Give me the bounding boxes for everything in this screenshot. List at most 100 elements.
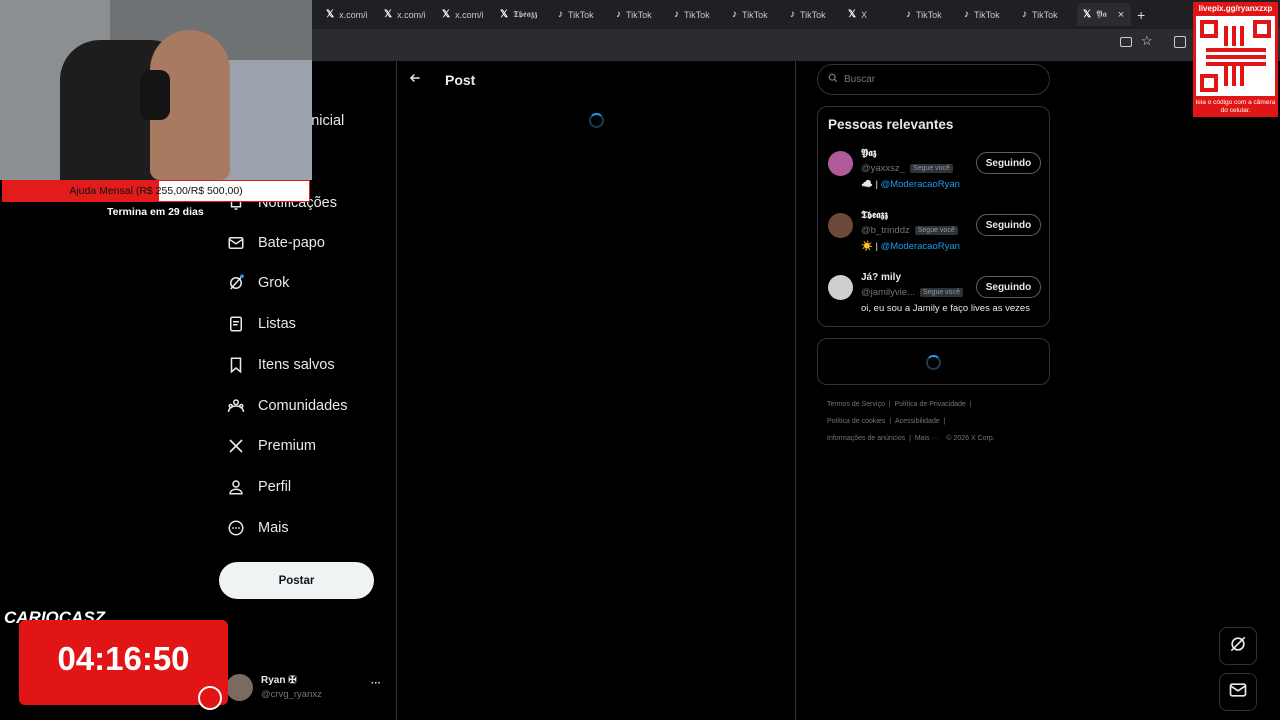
- panel-title: Pessoas relevantes: [828, 117, 954, 132]
- browser-tab[interactable]: 𝕏x.com/i: [384, 6, 432, 23]
- nav-item-bookmarks[interactable]: Itens salvos: [226, 350, 335, 380]
- browser-tab[interactable]: ♪ TikTok: [674, 6, 722, 23]
- x-icon: [226, 437, 245, 456]
- arrow-left-icon[interactable]: [408, 71, 422, 88]
- donation-goal-bar: Ajuda Mensal (R$ 255,00/R$ 500,00): [2, 180, 310, 202]
- loading-spinner: [589, 113, 604, 128]
- browser-tab[interactable]: 𝕏x.com/i: [442, 6, 490, 23]
- following-button[interactable]: Seguindo: [976, 214, 1041, 236]
- person-row[interactable]: 𝕿𝖇𝖊𝖆𝖟𝖟 @b_trinddz Segue você ☀️ | @Modera…: [828, 209, 1041, 265]
- x-icon: 𝕏: [442, 9, 451, 20]
- x-icon: 𝕏: [500, 9, 509, 20]
- tiktok-icon: ♪: [616, 9, 621, 20]
- browser-tab[interactable]: ♪ TikTok: [732, 6, 780, 23]
- grok-icon: [226, 274, 245, 293]
- nav-item-premium[interactable]: Premium: [226, 431, 316, 461]
- person-handle-row: @yaxxsz_ Segue você: [861, 163, 953, 174]
- footer-row: Termos de Serviço | Política de Privacid…: [827, 401, 972, 408]
- footer-link[interactable]: Mais ···: [915, 435, 939, 442]
- browser-tab[interactable]: ♪ TikTok: [1022, 6, 1070, 23]
- post-button[interactable]: Postar: [219, 562, 374, 599]
- mail-icon: [226, 234, 245, 253]
- copyright: © 2026 X Corp.: [946, 435, 995, 442]
- headphones-icon: [140, 70, 170, 120]
- close-tab-icon[interactable]: ×: [1118, 9, 1124, 21]
- tab-label: TikTok: [568, 9, 594, 20]
- nav-label: Itens salvos: [258, 357, 335, 373]
- footer-link[interactable]: Informações de anúncios: [827, 435, 905, 442]
- x-icon: 𝕏: [1083, 9, 1092, 20]
- tiktok-icon: ♪: [558, 9, 563, 20]
- tab-label: TikTok: [684, 9, 710, 20]
- avatar: [828, 151, 853, 176]
- more-circle-icon: [226, 519, 245, 538]
- messages-button[interactable]: [1219, 673, 1257, 711]
- person-icon: [226, 478, 245, 497]
- bio-link[interactable]: @ModeracaoRyan: [881, 241, 960, 252]
- person-row[interactable]: 𝖄𝖆𝖟 @yaxxsz_ Segue você ☁️ | @ModeracaoRy…: [828, 147, 1041, 203]
- loading-spinner: [926, 355, 941, 370]
- footer-link[interactable]: Termos de Serviço: [827, 401, 885, 408]
- star-icon[interactable]: ☆: [1141, 33, 1153, 49]
- account-handle: @crvg_ryanxz: [261, 689, 322, 700]
- grok-button[interactable]: [1219, 627, 1257, 665]
- footer-link[interactable]: Política de Privacidade: [895, 401, 966, 408]
- tab-label: TikTok: [626, 9, 652, 20]
- tab-label: TikTok: [974, 9, 1000, 20]
- tab-label: 𝖄𝖆: [1096, 9, 1107, 19]
- nav-item-profile[interactable]: Perfil: [226, 472, 291, 502]
- nav-item-lists[interactable]: Listas: [226, 309, 296, 339]
- browser-tab[interactable]: ♪ TikTok: [790, 6, 838, 23]
- browser-tab[interactable]: 𝕏X: [848, 6, 896, 23]
- page-title: Post: [445, 72, 476, 88]
- account-name: Ryan ✠: [261, 675, 297, 686]
- nav-label: Perfil: [258, 479, 292, 495]
- person-row[interactable]: Já? mily @jamilyvie... Segue você oi, eu …: [828, 271, 1041, 327]
- browser-tab[interactable]: ♪ TikTok: [616, 6, 664, 23]
- x-icon: 𝕏: [384, 9, 393, 20]
- browser-tab-active[interactable]: 𝕏 𝖄𝖆 ×: [1077, 3, 1131, 26]
- browser-tab[interactable]: ♪ TikTok: [964, 6, 1012, 23]
- person-handle-row: @jamilyvie... Segue você: [861, 287, 963, 298]
- tab-label: x.com/i: [339, 9, 368, 20]
- nav-item-communities[interactable]: Comunidades: [226, 391, 347, 421]
- tab-label: x.com/i: [455, 9, 484, 20]
- search-icon: [828, 73, 838, 86]
- following-button[interactable]: Seguindo: [976, 276, 1041, 298]
- person-handle: @jamilyvie...: [861, 287, 915, 298]
- footer-link[interactable]: Acessibilidade: [895, 418, 940, 425]
- footer-row: Informações de anúncios | Mais ··· © 202…: [827, 435, 995, 442]
- footer-row: Política de cookies | Acessibilidade |: [827, 418, 946, 425]
- x-icon: 𝕏: [848, 9, 857, 20]
- new-tab-button[interactable]: +: [1137, 6, 1145, 23]
- person-name: 𝖄𝖆𝖟: [861, 148, 877, 159]
- account-switcher[interactable]: Ryan ✠ @crvg_ryanxz ···: [226, 674, 386, 706]
- tiktok-icon: ♪: [906, 9, 911, 20]
- browser-tab[interactable]: 𝕏 𝕿𝖇𝖊𝖆𝖟𝖟: [500, 6, 548, 23]
- mail-icon: [1228, 680, 1248, 705]
- browser-tab[interactable]: ♪ TikTok: [558, 6, 606, 23]
- search-input[interactable]: Buscar: [817, 64, 1050, 95]
- nav-item-grok[interactable]: Grok: [226, 268, 289, 298]
- install-app-icon[interactable]: [1120, 37, 1132, 47]
- tiktok-icon: ♪: [790, 9, 795, 20]
- browser-tab[interactable]: ♪ TikTok: [906, 6, 954, 23]
- bookmark-icon: [226, 356, 245, 375]
- footer-link[interactable]: Política de cookies: [827, 418, 885, 425]
- livepix-qr-overlay: livepix.gg/ryanxzxp leia o código com a …: [1193, 2, 1278, 117]
- nav-item-more[interactable]: Mais: [226, 513, 289, 543]
- grok-icon: [1228, 634, 1248, 659]
- bio-link[interactable]: @ModeracaoRyan: [881, 179, 960, 190]
- bio-prefix: ☁️ |: [861, 179, 881, 190]
- nav-item-chat[interactable]: Bate-papo: [226, 228, 325, 258]
- following-button[interactable]: Seguindo: [976, 152, 1041, 174]
- browser-tab[interactable]: 𝕏x.com/i: [326, 6, 374, 23]
- nav-label: Bate-papo: [258, 235, 325, 251]
- tab-label: X: [861, 9, 868, 20]
- person-name: Já? mily: [861, 272, 902, 283]
- qr-modules: [1206, 46, 1266, 66]
- extensions-icon[interactable]: [1174, 36, 1186, 48]
- person-bio: ☁️ | @ModeracaoRyan: [861, 179, 960, 190]
- avatar: [828, 275, 853, 300]
- person-name: 𝕿𝖇𝖊𝖆𝖟𝖟: [861, 210, 888, 221]
